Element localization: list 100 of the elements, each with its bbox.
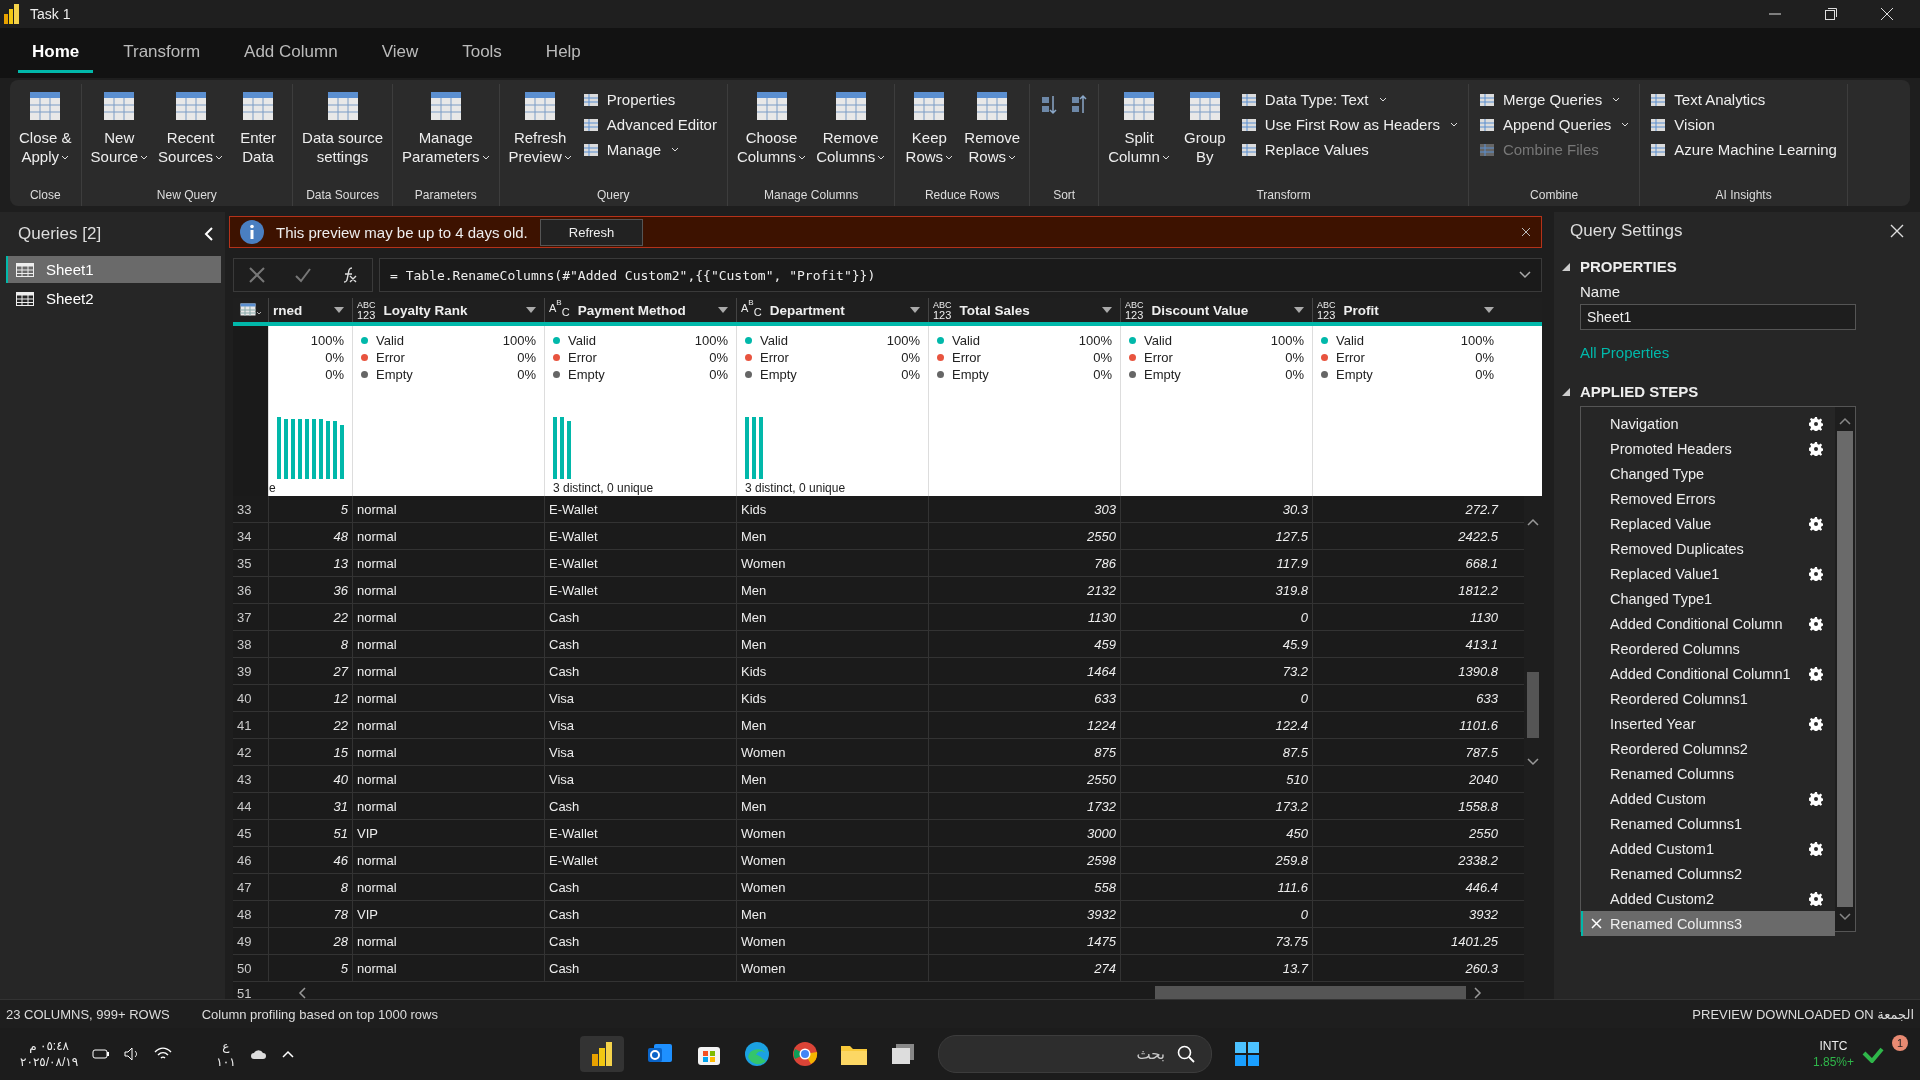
browser-app-icon[interactable] (744, 1041, 770, 1067)
applied-step[interactable]: Replaced Value1 (1581, 561, 1835, 586)
ribbon-menu-item[interactable]: Properties (578, 88, 721, 111)
check-icon[interactable] (294, 266, 312, 284)
refresh-button[interactable]: Refresh (539, 218, 644, 246)
applied-step[interactable]: Reordered Columns1 (1581, 686, 1835, 711)
expand-icon[interactable] (1519, 271, 1531, 279)
vertical-scrollbar-thumb[interactable] (1527, 672, 1539, 738)
applied-step[interactable]: Inserted Year (1581, 711, 1835, 736)
applied-step[interactable]: Renamed Columns (1581, 761, 1835, 786)
menu-tab[interactable]: Tools (448, 33, 516, 73)
ribbon-button[interactable]: Enter Data (230, 84, 287, 170)
delete-icon[interactable] (1591, 918, 1602, 929)
sort-icon[interactable] (1040, 94, 1059, 116)
dropdown-icon[interactable] (910, 307, 920, 313)
applied-step[interactable]: Replaced Value (1581, 511, 1835, 536)
dropdown-icon[interactable] (526, 307, 536, 313)
menu-tab[interactable]: Home (18, 33, 94, 73)
ribbon-button[interactable]: Remove Rows (961, 84, 1024, 170)
ribbon-button[interactable]: Recent Sources (155, 84, 227, 170)
query-item[interactable]: Sheet2 (6, 285, 221, 312)
applied-step[interactable]: Added Custom1 (1581, 836, 1835, 861)
gear-icon[interactable] (1809, 566, 1823, 581)
type-any-icon[interactable]: ABC 123 (1317, 300, 1336, 320)
ribbon-button[interactable]: Refresh Preview (505, 84, 575, 170)
formula-field[interactable]: = Table.RenameColumns(#"Added Custom2",{{"Custom", "Profit"}}) (379, 258, 1542, 292)
gear-icon[interactable] (1809, 616, 1823, 631)
gear-icon[interactable] (1809, 666, 1823, 681)
ribbon-button[interactable]: Choose Columns (733, 84, 810, 170)
query-item[interactable]: Sheet1 (6, 256, 221, 283)
ribbon-button[interactable]: Keep Rows (901, 84, 958, 170)
applied-step[interactable]: Renamed Columns3 (1581, 911, 1835, 936)
window-app-icon[interactable] (890, 1042, 916, 1066)
type-any-icon[interactable]: ABC 123 (1125, 300, 1144, 320)
column-header[interactable]: Discount Value (1151, 302, 1286, 318)
ribbon-menu-item[interactable]: Data Type: Text (1236, 88, 1462, 111)
applied-step[interactable]: Renamed Columns2 (1581, 861, 1835, 886)
menu-tab[interactable]: View (367, 33, 433, 73)
gear-icon[interactable] (1809, 791, 1823, 806)
applied-step[interactable]: Changed Type1 (1581, 586, 1835, 611)
gear-icon[interactable] (1809, 891, 1823, 906)
menu-tab[interactable]: Add Column (230, 33, 352, 73)
applied-step[interactable]: Reordered Columns2 (1581, 736, 1835, 761)
column-header[interactable]: Total Sales (959, 302, 1094, 318)
vertical-scrollbar-thumb[interactable] (1837, 431, 1853, 907)
applied-step[interactable]: Added Custom (1581, 786, 1835, 811)
applied-step[interactable]: Added Conditional Column1 (1581, 661, 1835, 686)
menu-tab[interactable]: Help (531, 33, 595, 73)
scroll-left-icon[interactable] (298, 987, 306, 999)
applied-step[interactable]: Removed Errors (1581, 486, 1835, 511)
table-menu-icon[interactable] (239, 303, 262, 317)
ribbon-button[interactable]: Manage Parameters (398, 84, 493, 170)
applied-step[interactable]: Promoted Headers (1581, 436, 1835, 461)
gear-icon[interactable] (1809, 416, 1823, 431)
ribbon-menu-item[interactable]: Use First Row as Headers (1236, 113, 1462, 136)
name-field[interactable]: Sheet1 (1580, 304, 1856, 330)
scroll-right-icon[interactable] (1474, 987, 1482, 999)
gear-icon[interactable] (1809, 716, 1823, 731)
gear-icon[interactable] (1809, 441, 1823, 456)
language-indicator[interactable]: ع ١٠١ (216, 1038, 236, 1070)
applied-step[interactable]: Added Custom2 (1581, 886, 1835, 911)
trend-up-icon[interactable] (1862, 1045, 1884, 1063)
ribbon-menu-item[interactable]: Azure Machine Learning (1646, 138, 1841, 161)
ribbon-menu-item[interactable]: Vision (1646, 113, 1841, 136)
dropdown-icon[interactable] (1294, 307, 1304, 313)
scroll-up-icon[interactable] (1839, 417, 1851, 425)
scroll-up-icon[interactable] (1527, 518, 1539, 526)
applied-step[interactable]: Navigation (1581, 411, 1835, 436)
sort-icon[interactable] (1070, 94, 1089, 116)
ribbon-button[interactable]: Split Column (1105, 84, 1173, 170)
column-header[interactable]: Profit (1343, 302, 1476, 318)
applied-step[interactable]: Renamed Columns1 (1581, 811, 1835, 836)
chart-app-icon[interactable] (580, 1036, 624, 1072)
gear-icon[interactable] (1809, 516, 1823, 531)
ribbon-menu-item[interactable]: Replace Values (1236, 138, 1462, 161)
ribbon-button[interactable]: Data source settings (299, 84, 386, 170)
column-header[interactable]: rned (273, 302, 326, 318)
applied-step[interactable]: Reordered Columns (1581, 636, 1835, 661)
collapse-icon[interactable] (203, 227, 215, 241)
search-field[interactable]: بحث (938, 1035, 1212, 1073)
battery-icon[interactable] (92, 1047, 111, 1061)
restore-icon[interactable] (1824, 7, 1838, 21)
column-header[interactable]: Department (769, 302, 902, 318)
applied-step[interactable]: Changed Type (1581, 461, 1835, 486)
cloud-icon[interactable] (249, 1047, 268, 1061)
search-icon[interactable] (1177, 1045, 1195, 1063)
ribbon-button[interactable]: Group By (1176, 84, 1233, 170)
ribbon-menu-item[interactable]: Merge Queries (1474, 88, 1634, 111)
menu-tab[interactable]: Transform (109, 33, 215, 73)
ribbon-menu-item[interactable]: Text Analytics (1646, 88, 1841, 111)
dropdown-icon[interactable] (718, 307, 728, 313)
close-icon[interactable] (1890, 224, 1904, 238)
column-header[interactable]: Loyalty Rank (383, 302, 518, 318)
cancel-icon[interactable] (248, 266, 266, 284)
all-properties-link[interactable]: All Properties (1580, 344, 1904, 361)
horizontal-scrollbar-thumb[interactable] (1154, 986, 1466, 999)
type-any-icon[interactable]: ABC 123 (933, 300, 952, 320)
ribbon-button[interactable]: New Source (87, 84, 152, 170)
applied-step[interactable]: Added Conditional Column (1581, 611, 1835, 636)
scroll-down-icon[interactable] (1839, 913, 1851, 921)
